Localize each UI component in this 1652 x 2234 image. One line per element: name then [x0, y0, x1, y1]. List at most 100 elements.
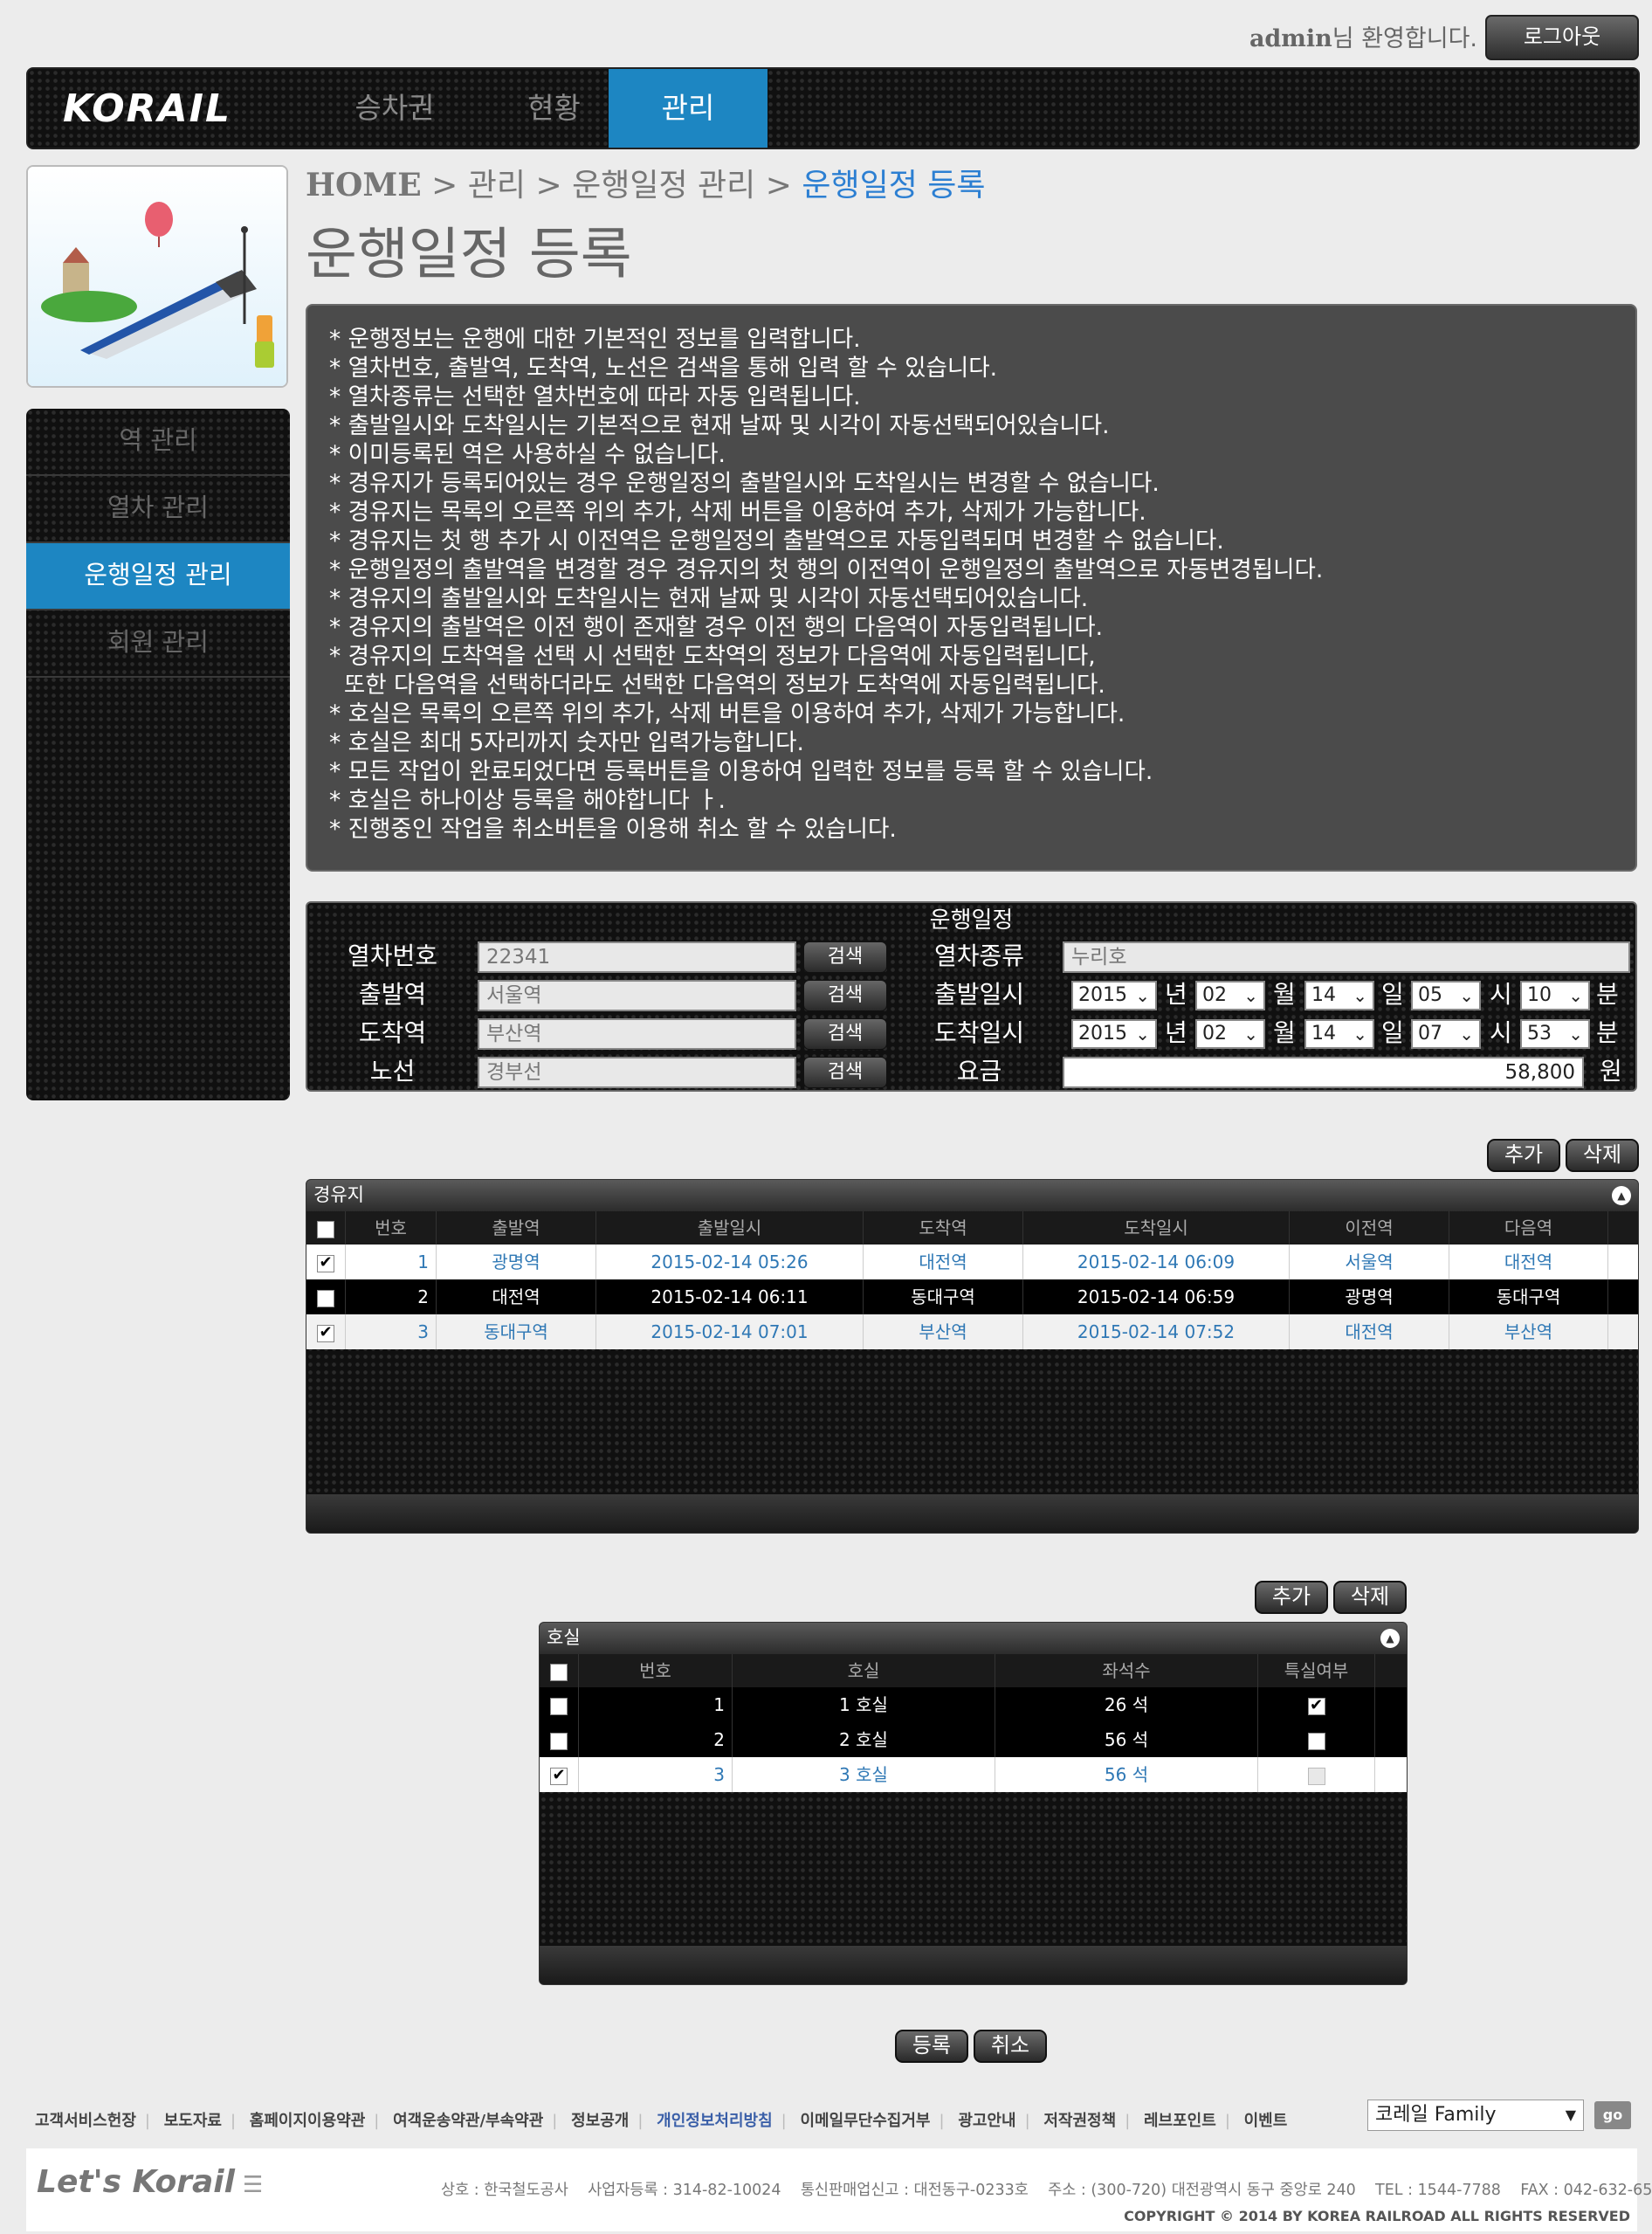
footer-link[interactable]: 이벤트	[1244, 2112, 1288, 2130]
side-item-member[interactable]: 회원 관리	[26, 610, 290, 678]
collapse-icon[interactable]: ▲	[1612, 1186, 1631, 1205]
row-checkbox[interactable]	[317, 1289, 334, 1307]
cell-depart[interactable]: 2015-02-14 06:11	[596, 1279, 864, 1314]
footer-link[interactable]: 보도자료	[164, 2112, 222, 2130]
table-row[interactable]: 2 대전역 2015-02-14 06:11 동대구역 2015-02-14 0…	[306, 1279, 1638, 1314]
cell-to[interactable]: 대전역	[864, 1245, 1023, 1279]
row-checkbox[interactable]: ✔	[317, 1254, 334, 1272]
waypoint-delete-button[interactable]: 삭제	[1566, 1139, 1639, 1172]
footer-link[interactable]: 이메일무단수집거부	[800, 2112, 930, 2130]
cell-seats[interactable]: 26 석	[995, 1687, 1258, 1722]
cell-from[interactable]: 동대구역	[437, 1314, 596, 1349]
depart-station-search-button[interactable]: 검색	[803, 980, 887, 1011]
arrive-hour-select[interactable]: 07 ⌄	[1411, 1019, 1481, 1049]
arrive-year-select[interactable]: 2015 ⌄	[1071, 1019, 1157, 1049]
unit-year: 년	[1165, 1018, 1187, 1047]
car-delete-button[interactable]: 삭제	[1333, 1581, 1407, 1614]
footer-band: Let's Korail ☰ 상호 : 한국철도공사 사업자등록 : 314-8…	[26, 2148, 1652, 2231]
table-row[interactable]: ✔ 3 3 호실 56 석	[540, 1757, 1407, 1792]
cell-from[interactable]: 대전역	[437, 1279, 596, 1314]
footer-link[interactable]: 레브포인트	[1144, 2112, 1216, 2130]
notice-line: * 경유지는 목록의 오른쪽 위의 추가, 삭제 버튼을 이용하여 추가, 삭제…	[329, 499, 1146, 526]
special-checkbox[interactable]	[1307, 1732, 1325, 1750]
column-header: 다음역	[1449, 1211, 1608, 1245]
row-checkbox[interactable]: ✔	[550, 1767, 568, 1785]
waypoint-add-button[interactable]: 추가	[1487, 1139, 1560, 1172]
route-search-button[interactable]: 검색	[803, 1057, 887, 1088]
row-checkbox[interactable]: ✔	[317, 1324, 334, 1342]
side-item-station[interactable]: 역 관리	[26, 409, 290, 476]
cell-arrive[interactable]: 2015-02-14 06:09	[1023, 1245, 1290, 1279]
cell-next[interactable]: 부산역	[1449, 1314, 1608, 1349]
row-checkbox[interactable]	[550, 1732, 568, 1750]
footer-link[interactable]: 광고안내	[958, 2112, 1015, 2130]
cell-depart[interactable]: 2015-02-14 05:26	[596, 1245, 864, 1279]
cell-car[interactable]: 3 호실	[733, 1757, 995, 1792]
side-item-train[interactable]: 열차 관리	[26, 476, 290, 543]
cell-depart[interactable]: 2015-02-14 07:01	[596, 1314, 864, 1349]
footer-link[interactable]: 고객서비스헌장	[35, 2112, 136, 2130]
notice-line: * 이미등록된 역은 사용하실 수 없습니다.	[329, 441, 726, 468]
cell-from[interactable]: 광명역	[437, 1245, 596, 1279]
breadcrumb-home[interactable]: HOME	[306, 167, 422, 203]
train-no-input[interactable]: 22341	[478, 941, 796, 973]
side-item-schedule[interactable]: 운행일정 관리	[26, 543, 290, 610]
cell-seats[interactable]: 56 석	[995, 1757, 1258, 1792]
cancel-button[interactable]: 취소	[974, 2030, 1047, 2063]
cell-car[interactable]: 1 호실	[733, 1687, 995, 1722]
cell-to[interactable]: 동대구역	[864, 1279, 1023, 1314]
footer-link[interactable]: 여객운송약관/부속약관	[393, 2112, 543, 2130]
cell-car[interactable]: 2 호실	[733, 1722, 995, 1757]
route-input[interactable]: 경부선	[478, 1057, 796, 1088]
depart-hour-select[interactable]: 05 ⌄	[1411, 981, 1481, 1010]
logout-button[interactable]: 로그아웃	[1485, 15, 1639, 60]
breadcrumb-level2[interactable]: 운행일정 관리	[572, 168, 755, 203]
train-illustration-svg	[28, 167, 286, 386]
collapse-icon[interactable]: ▲	[1380, 1629, 1400, 1648]
cell-next[interactable]: 대전역	[1449, 1245, 1608, 1279]
row-checkbox[interactable]	[550, 1697, 568, 1715]
cell-arrive[interactable]: 2015-02-14 07:52	[1023, 1314, 1290, 1349]
depart-day-select[interactable]: 14 ⌄	[1304, 981, 1374, 1010]
korail-logo[interactable]: KORAIL	[63, 86, 231, 131]
car-grid-title-text: 호실	[547, 1627, 581, 1648]
table-row[interactable]: ✔ 3 동대구역 2015-02-14 07:01 부산역 2015-02-14…	[306, 1314, 1638, 1349]
arrive-month-select[interactable]: 02 ⌄	[1195, 1019, 1265, 1049]
cell-seats[interactable]: 56 석	[995, 1722, 1258, 1757]
table-row[interactable]: 1 1 호실 26 석 ✔	[540, 1687, 1407, 1722]
table-row[interactable]: ✔ 1 광명역 2015-02-14 05:26 대전역 2015-02-14 …	[306, 1245, 1638, 1279]
go-button[interactable]: go	[1594, 2101, 1631, 2129]
breadcrumb-level1[interactable]: 관리	[468, 168, 526, 203]
special-checkbox	[1307, 1767, 1325, 1785]
cell-arrive[interactable]: 2015-02-14 06:59	[1023, 1279, 1290, 1314]
arrive-day-select[interactable]: 14 ⌄	[1304, 1019, 1374, 1049]
car-add-button[interactable]: 추가	[1255, 1581, 1328, 1614]
depart-minute-select[interactable]: 10 ⌄	[1520, 981, 1590, 1010]
footer-link[interactable]: 저작권정책	[1043, 2112, 1116, 2130]
train-no-search-button[interactable]: 검색	[803, 941, 887, 973]
arrive-minute-select[interactable]: 53 ⌄	[1520, 1019, 1590, 1049]
cell-prev[interactable]: 대전역	[1290, 1314, 1449, 1349]
depart-station-input[interactable]: 서울역	[478, 980, 796, 1011]
fare-input[interactable]: 58,800	[1063, 1057, 1584, 1088]
nav-item-ticket[interactable]: 승차권	[316, 69, 473, 148]
nav-item-manage[interactable]: 관리	[609, 69, 767, 148]
depart-year-select[interactable]: 2015 ⌄	[1071, 981, 1157, 1010]
select-all-checkbox[interactable]	[317, 1220, 334, 1238]
table-row[interactable]: 2 2 호실 56 석	[540, 1722, 1407, 1757]
footer-link[interactable]: 개인정보처리방침	[657, 2112, 772, 2130]
family-site-select[interactable]: 코레일 Family ▼	[1367, 2100, 1584, 2131]
footer-link[interactable]: 홈페이지이용약관	[250, 2112, 365, 2130]
arrive-station-input[interactable]: 부산역	[478, 1018, 796, 1050]
cell-prev[interactable]: 광명역	[1290, 1279, 1449, 1314]
nav-item-status[interactable]: 현황	[478, 69, 630, 148]
cell-next[interactable]: 동대구역	[1449, 1279, 1608, 1314]
select-all-checkbox[interactable]	[550, 1663, 568, 1681]
arrive-station-search-button[interactable]: 검색	[803, 1018, 887, 1050]
footer-link[interactable]: 정보공개	[571, 2112, 629, 2130]
special-checkbox[interactable]: ✔	[1307, 1697, 1325, 1715]
cell-prev[interactable]: 서울역	[1290, 1245, 1449, 1279]
register-button[interactable]: 등록	[895, 2030, 968, 2063]
depart-month-select[interactable]: 02 ⌄	[1195, 981, 1265, 1010]
cell-to[interactable]: 부산역	[864, 1314, 1023, 1349]
